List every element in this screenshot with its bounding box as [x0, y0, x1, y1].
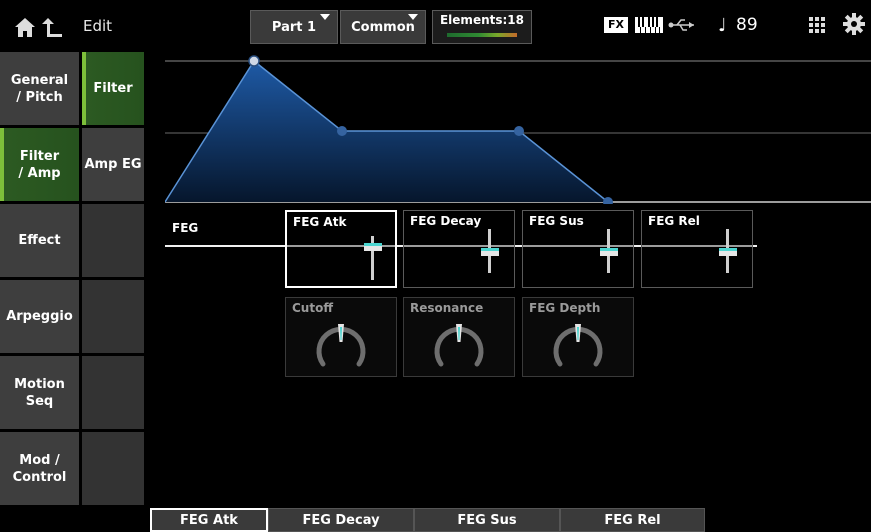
slider-handle[interactable]: [600, 248, 618, 256]
up-arrow-icon[interactable]: [40, 14, 66, 40]
param-label: FEG Atk: [293, 215, 347, 229]
slider-handle[interactable]: [719, 248, 737, 256]
slider-handle[interactable]: [364, 243, 382, 251]
subnav-empty: [82, 432, 144, 508]
elements-indicator[interactable]: Elements:18: [432, 10, 532, 44]
part-selector-label: Part 1: [271, 19, 317, 35]
part-selector-button[interactable]: Part 1: [250, 10, 338, 44]
subnav-filter[interactable]: Filter: [82, 52, 144, 128]
tab-feg-sus[interactable]: FEG Sus: [414, 508, 560, 532]
tempo-value[interactable]: 89: [736, 15, 758, 35]
knob-dial[interactable]: [551, 320, 605, 370]
tempo-note-icon: ♩: [718, 15, 727, 36]
slider-handle[interactable]: [481, 248, 499, 256]
param-label: FEG Rel: [648, 214, 700, 228]
attack-point: [248, 55, 260, 67]
decay-point: [337, 126, 347, 136]
subnav-empty: [82, 280, 144, 356]
feg-decay-slider[interactable]: FEG Decay: [403, 210, 515, 288]
elements-count: Elements:18: [439, 13, 524, 27]
feg-release-slider[interactable]: FEG Rel: [641, 210, 753, 288]
filter-envelope-graph: [165, 55, 871, 204]
common-selector-label: Common: [351, 19, 415, 35]
feg-sustain-slider[interactable]: FEG Sus: [522, 210, 634, 288]
elements-level-meter: [447, 33, 517, 37]
tab-feg-atk[interactable]: FEG Atk: [150, 508, 268, 532]
home-icon[interactable]: [12, 14, 38, 40]
grid-menu-icon[interactable]: [809, 17, 825, 33]
subnav-amp-eg[interactable]: Amp EG: [82, 128, 144, 204]
usb-icon: [668, 19, 694, 31]
nav-filter-amp[interactable]: Filter / Amp: [0, 128, 79, 204]
dropdown-caret-icon: [408, 14, 418, 20]
keyboard-icon: [635, 17, 663, 33]
edit-label: Edit: [83, 17, 113, 35]
resonance-knob[interactable]: Resonance: [403, 297, 515, 377]
subnav-empty: [82, 356, 144, 432]
nav-effect[interactable]: Effect: [0, 204, 79, 280]
knob-label: Cutoff: [292, 301, 334, 315]
feg-row-label: FEG: [172, 221, 199, 235]
param-label: FEG Sus: [529, 214, 584, 228]
nav-arpeggio[interactable]: Arpeggio: [0, 280, 79, 356]
tab-feg-decay[interactable]: FEG Decay: [268, 508, 414, 532]
knob-label: Resonance: [410, 301, 484, 315]
common-selector-button[interactable]: Common: [340, 10, 426, 44]
subnav-empty: [82, 204, 144, 280]
nav-motion-seq[interactable]: Motion Seq: [0, 356, 79, 432]
knob-label: FEG Depth: [529, 301, 601, 315]
nav-general-pitch[interactable]: General / Pitch: [0, 52, 79, 128]
cutoff-knob[interactable]: Cutoff: [285, 297, 397, 377]
fx-badge[interactable]: FX: [604, 17, 628, 33]
release-point: [603, 197, 613, 204]
feg-attack-slider[interactable]: FEG Atk: [285, 210, 397, 288]
tab-feg-rel[interactable]: FEG Rel: [560, 508, 705, 532]
dropdown-caret-icon: [320, 14, 330, 20]
feg-depth-knob[interactable]: FEG Depth: [522, 297, 634, 377]
sustain-point: [514, 126, 524, 136]
nav-mod-control[interactable]: Mod / Control: [0, 432, 79, 508]
knob-dial[interactable]: [432, 320, 486, 370]
gear-icon[interactable]: [843, 13, 865, 35]
knob-dial[interactable]: [314, 320, 368, 370]
param-label: FEG Decay: [410, 214, 482, 228]
